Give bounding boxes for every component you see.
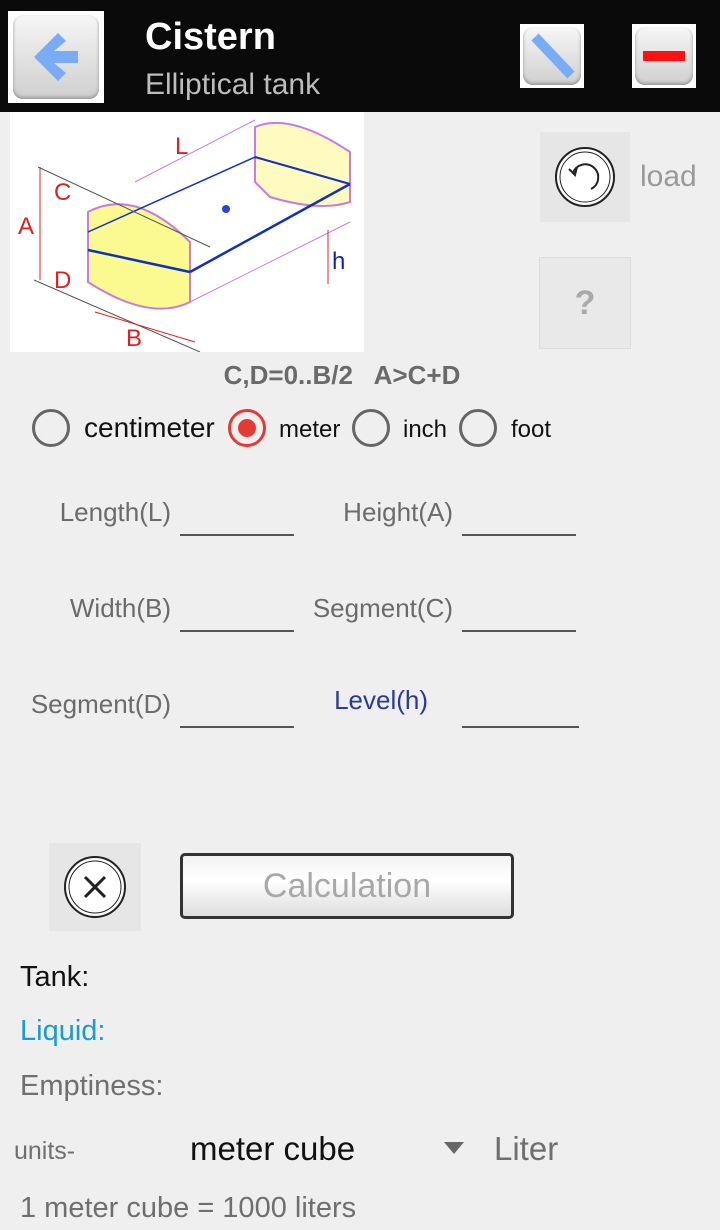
- minus-icon: [643, 51, 685, 61]
- load-label[interactable]: load: [640, 160, 697, 194]
- height-input[interactable]: [462, 506, 576, 536]
- width-label: Width(B): [69, 593, 171, 623]
- radio-inch[interactable]: [352, 409, 390, 447]
- radio-meter[interactable]: [228, 409, 266, 447]
- load-button[interactable]: [540, 132, 630, 222]
- radio-foot[interactable]: [459, 409, 497, 447]
- label-c: C: [54, 179, 71, 206]
- segment-c-input[interactable]: [462, 602, 576, 632]
- constraint-text: C,D=0..B/2 A>C+D: [223, 360, 461, 390]
- chevron-down-icon: [444, 1142, 464, 1154]
- height-label: Height(A): [343, 497, 453, 527]
- undo-circle-icon: [555, 147, 615, 207]
- label-d: D: [54, 267, 71, 294]
- calculation-button[interactable]: Calculation: [180, 853, 514, 919]
- segment-d-label: Segment(D): [30, 689, 171, 719]
- back-button[interactable]: [8, 11, 104, 103]
- units-dropdown[interactable]: meter cube: [180, 1128, 470, 1172]
- segment-d-input[interactable]: [180, 698, 294, 728]
- edit-button[interactable]: [520, 24, 584, 88]
- help-button[interactable]: ?: [539, 257, 631, 349]
- conversion-text: 1 meter cube = 1000 liters: [20, 1192, 357, 1224]
- radio-inch-label[interactable]: inch: [403, 416, 447, 444]
- label-a: A: [18, 213, 34, 240]
- arrow-left-icon: [34, 33, 78, 81]
- tank-result: Tank:: [20, 961, 90, 993]
- segment-c-label: Segment(C): [312, 593, 453, 623]
- clear-button[interactable]: [49, 843, 141, 931]
- radio-centimeter[interactable]: [32, 409, 70, 447]
- units-prefix: units-: [14, 1137, 76, 1165]
- page-title: Cistern: [145, 16, 276, 58]
- label-h: h: [332, 248, 345, 275]
- length-input[interactable]: [180, 506, 294, 536]
- remove-button[interactable]: [632, 24, 696, 88]
- label-l: L: [175, 133, 188, 160]
- level-input[interactable]: [462, 698, 579, 728]
- ruler-slash-icon: [531, 33, 575, 79]
- liquid-result: Liquid:: [20, 1015, 106, 1047]
- radio-foot-label[interactable]: foot: [511, 416, 551, 444]
- radio-centimeter-label[interactable]: centimeter: [84, 412, 215, 444]
- level-label: Level(h): [334, 685, 428, 715]
- page-subtitle: Elliptical tank: [145, 68, 321, 101]
- label-b: B: [126, 325, 142, 352]
- tank-diagram: L A C D B h: [10, 112, 364, 352]
- app-bar: [0, 0, 720, 112]
- width-input[interactable]: [180, 602, 294, 632]
- emptiness-result: Emptiness:: [20, 1070, 164, 1102]
- radio-meter-label[interactable]: meter: [279, 416, 340, 444]
- units-selected: meter cube: [190, 1130, 356, 1167]
- length-label: Length(L): [59, 497, 171, 527]
- liter-label[interactable]: Liter: [494, 1130, 558, 1168]
- close-circle-icon: [64, 856, 126, 918]
